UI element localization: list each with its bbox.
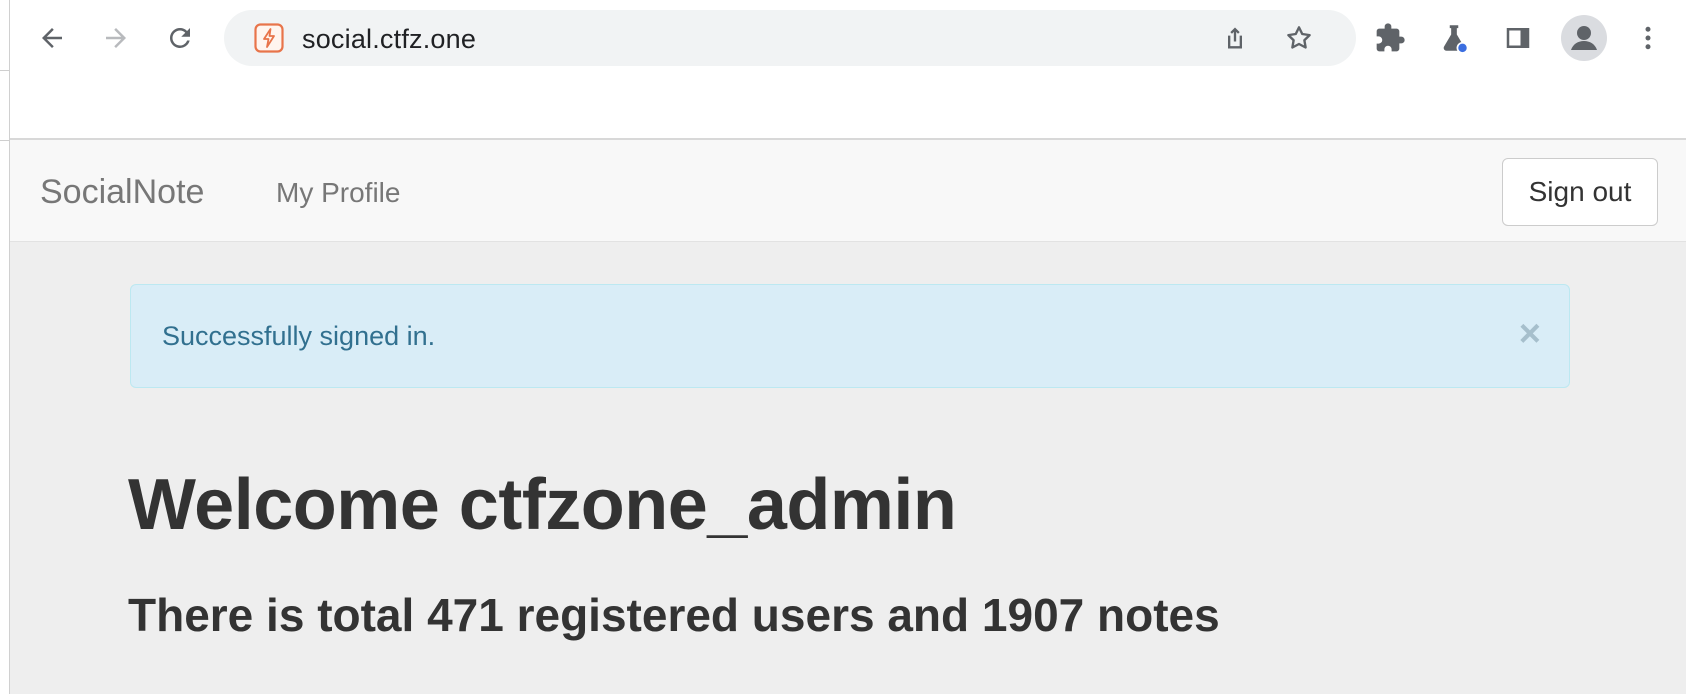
back-arrow-icon[interactable] — [32, 18, 72, 58]
browser-toolbar: social.ctfz.one — [10, 0, 1686, 76]
browser-chrome: social.ctfz.one — [10, 0, 1686, 140]
puzzle-icon[interactable] — [1370, 18, 1410, 58]
bookmark-star-icon[interactable] — [1280, 19, 1318, 57]
site-info-icon[interactable] — [254, 23, 284, 53]
forward-arrow-icon[interactable] — [96, 18, 136, 58]
sign-out-button[interactable]: Sign out — [1502, 158, 1658, 226]
share-icon[interactable] — [1216, 19, 1254, 57]
web-page: SocialNote My Profile Sign out Successfu… — [10, 140, 1686, 694]
close-icon[interactable]: × — [1519, 315, 1541, 353]
background-window-edge — [0, 0, 10, 694]
alert-message: Successfully signed in. — [162, 321, 436, 351]
reload-icon[interactable] — [160, 18, 200, 58]
welcome-heading: Welcome ctfzone_admin — [128, 465, 957, 545]
stats-heading: There is total 471 registered users and … — [128, 589, 1220, 641]
url-text[interactable]: social.ctfz.one — [302, 24, 476, 55]
address-bar[interactable]: social.ctfz.one — [224, 10, 1356, 66]
brand-link[interactable]: SocialNote — [40, 173, 204, 212]
flask-icon[interactable] — [1434, 18, 1474, 58]
my-profile-link[interactable]: My Profile — [276, 177, 400, 209]
side-panel-icon[interactable] — [1498, 18, 1538, 58]
site-navbar: SocialNote My Profile Sign out — [10, 140, 1686, 242]
more-vert-icon[interactable] — [1628, 18, 1668, 58]
profile-avatar-icon[interactable] — [1560, 14, 1608, 62]
success-alert: Successfully signed in. × — [130, 284, 1570, 388]
